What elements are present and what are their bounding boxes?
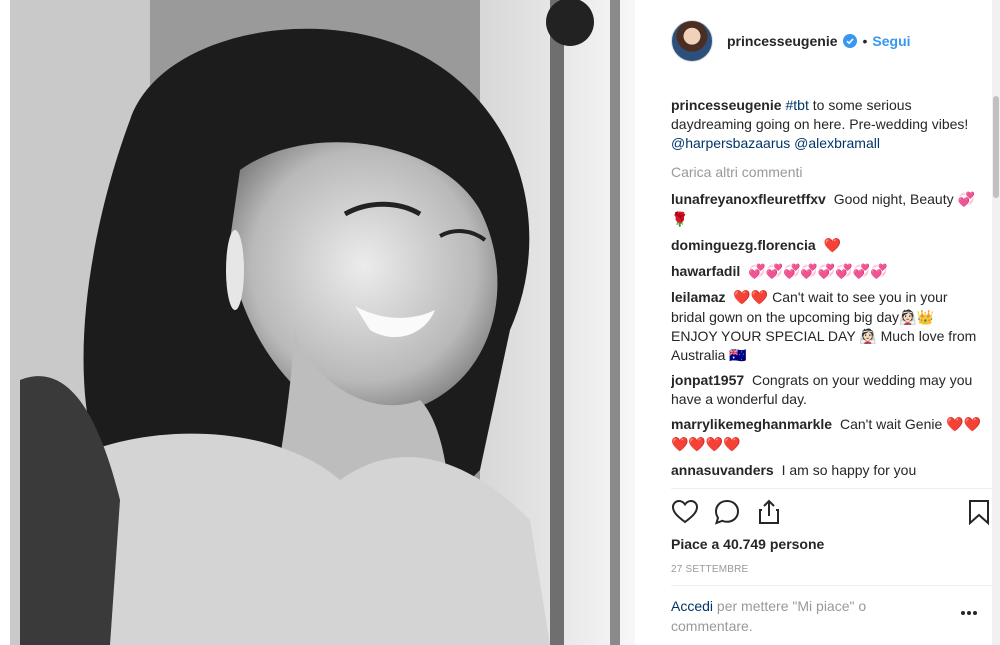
heart-icon[interactable] — [671, 498, 699, 526]
list-item: lunafreyanoxfleuretffxv Good night, Beau… — [671, 190, 983, 230]
divider — [671, 488, 993, 489]
caption-username[interactable]: princesseugenie — [671, 97, 782, 113]
list-item: jonpat1957 Congrats on your wedding may … — [671, 371, 983, 409]
list-item: dominguezg.florencia ❤️ — [671, 236, 983, 256]
comment-emoji: ❤️❤️ — [733, 290, 769, 306]
list-item: leilamaz ❤️❤️ Can't wait to see you in y… — [671, 288, 983, 365]
mention-link[interactable]: @alexbramall — [794, 135, 880, 151]
list-item: hawarfadil 💞💞💞💞💞💞💞💞 — [671, 262, 983, 282]
more-options-icon[interactable] — [959, 608, 979, 618]
share-icon[interactable] — [755, 498, 783, 526]
comment-icon[interactable] — [713, 498, 741, 526]
photo-illustration — [10, 0, 635, 645]
comment-username[interactable]: marrylikemeghanmarkle — [671, 416, 832, 432]
comment-username[interactable]: leilamaz — [671, 289, 725, 305]
comment-username[interactable]: annasuvanders — [671, 462, 774, 478]
caption: princesseugenie #tbt to some serious dayd… — [671, 96, 983, 153]
comment-emoji: ❤️ — [823, 238, 842, 254]
header-separator: • — [862, 33, 868, 49]
post-date[interactable]: 27 SETTEMBRE — [671, 564, 748, 575]
post-photo[interactable] — [10, 0, 635, 645]
action-bar — [671, 498, 993, 528]
load-more-comments[interactable]: Carica altri commenti — [671, 163, 983, 182]
comment-text: I am so happy for you — [781, 462, 917, 478]
divider — [671, 585, 993, 586]
comment-text: Good night, Beauty — [833, 191, 954, 207]
post-side-panel: princesseugenie • Segui princesseugenie #… — [635, 0, 1000, 645]
post-header: princesseugenie • Segui — [635, 0, 993, 82]
likes-count[interactable]: Piace a 40.749 persone — [671, 536, 824, 552]
follow-button[interactable]: Segui — [872, 33, 910, 49]
scrollbar[interactable] — [992, 0, 1000, 645]
avatar[interactable] — [671, 20, 713, 62]
bookmark-icon[interactable] — [965, 498, 993, 526]
comment-username[interactable]: jonpat1957 — [671, 372, 744, 388]
scrollbar-thumb[interactable] — [993, 96, 999, 198]
hashtag-link[interactable]: #tbt — [786, 97, 809, 113]
username-link[interactable]: princesseugenie — [727, 33, 838, 49]
login-prompt: Accedi per mettere "Mi piace" o commenta… — [671, 596, 931, 636]
mention-link[interactable]: @harpersbazaarus — [671, 135, 790, 151]
comment-username[interactable]: dominguezg.florencia — [671, 237, 816, 253]
list-item: annasuvanders I am so happy for you — [671, 461, 983, 480]
list-item: marrylikemeghanmarkle Can't wait Genie ❤… — [671, 415, 983, 455]
login-link[interactable]: Accedi — [671, 598, 713, 614]
comment-text: Can't wait Genie — [839, 416, 943, 432]
comments-list[interactable]: princesseugenie #tbt to some serious dayd… — [671, 96, 983, 488]
comment-emoji: 💞💞💞💞💞💞💞💞 — [748, 264, 888, 280]
comment-username[interactable]: hawarfadil — [671, 263, 740, 279]
comment-username[interactable]: lunafreyanoxfleuretffxv — [671, 191, 826, 207]
verified-badge-icon — [842, 34, 857, 48]
